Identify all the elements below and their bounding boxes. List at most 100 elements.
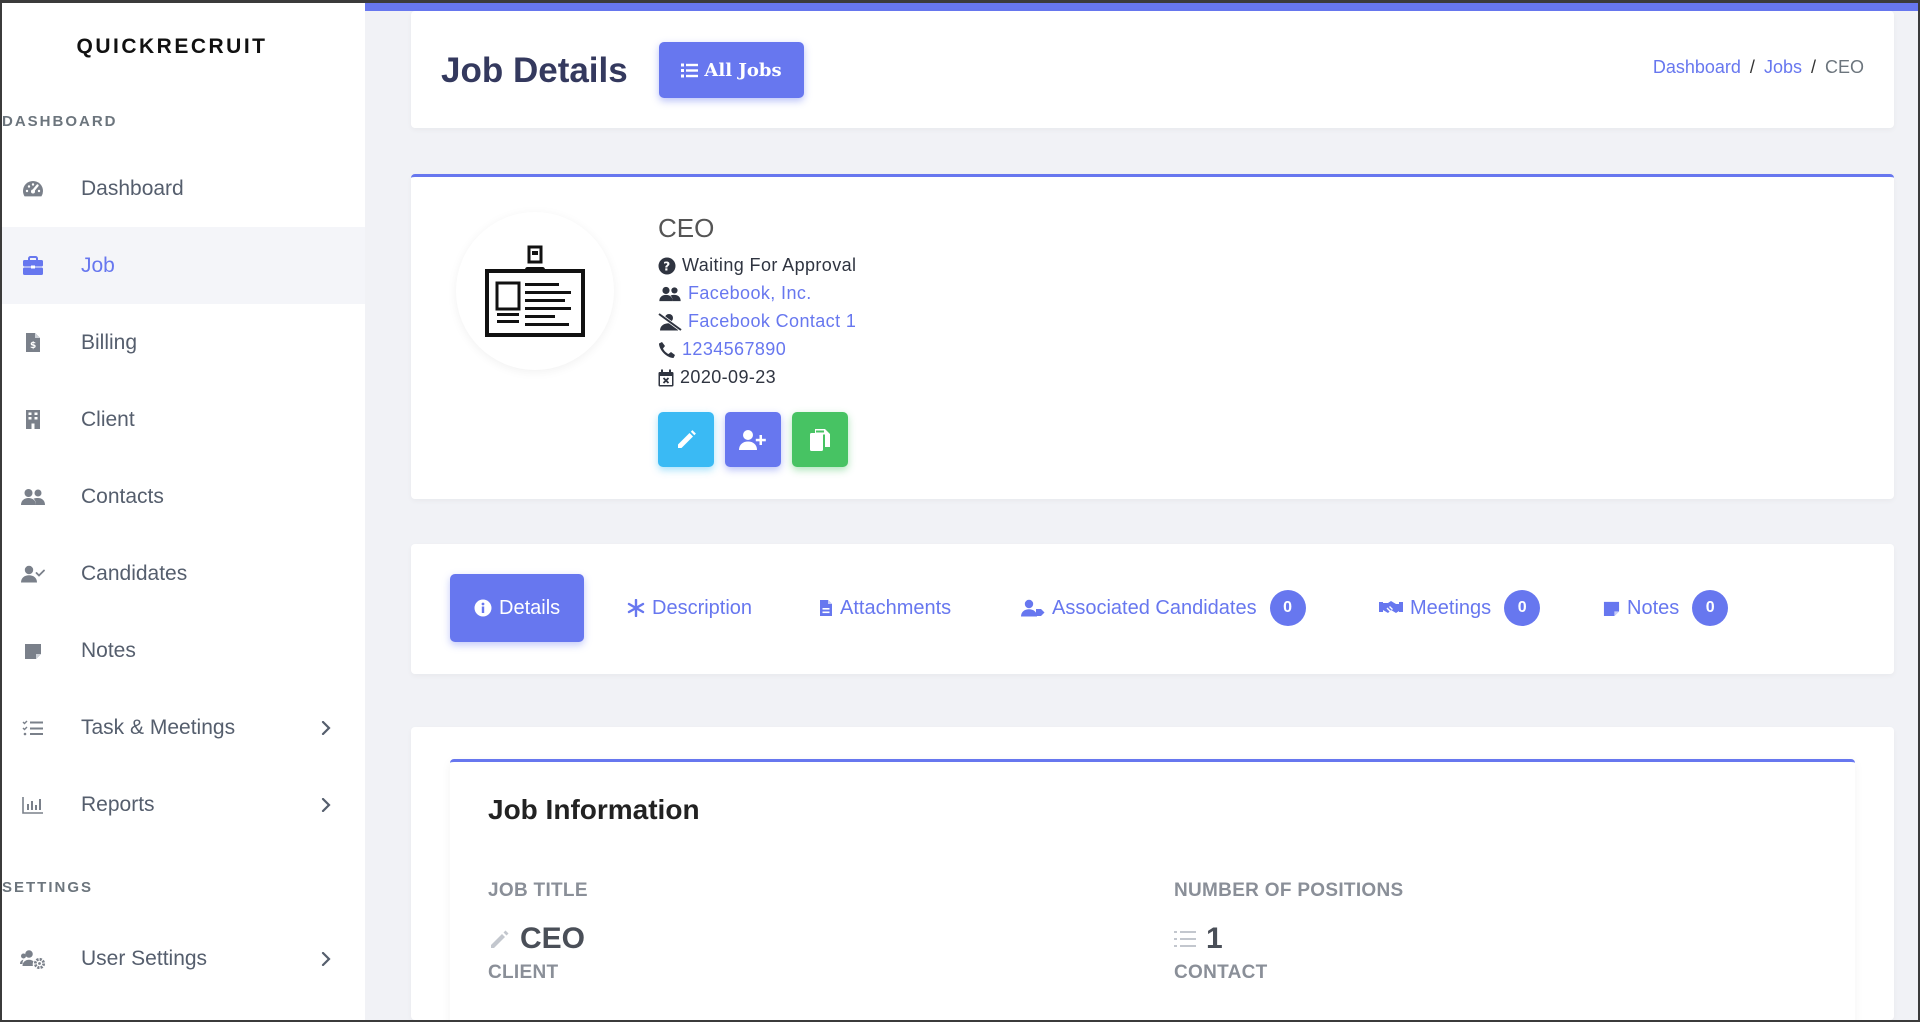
- sidebar-item-label: User Settings: [81, 946, 208, 970]
- sidebar-item-billing[interactable]: $ Billing: [2, 304, 365, 381]
- sidebar-item-label: Candidates: [81, 561, 188, 585]
- job-date: 2020-09-23: [658, 367, 776, 388]
- number-of-positions-value-text: 1: [1206, 922, 1223, 955]
- sidebar-item-job[interactable]: Job: [2, 227, 365, 304]
- invoice-icon: $: [19, 329, 47, 357]
- page-title: Job Details: [441, 51, 628, 90]
- breadcrumb-current: CEO: [1824, 57, 1864, 77]
- job-status: ? Waiting For Approval: [658, 255, 856, 276]
- tab-label: Description: [652, 596, 753, 619]
- job-phone-link[interactable]: 1234567890: [682, 339, 786, 360]
- tab-label: Notes: [1627, 596, 1680, 619]
- users-icon: [19, 483, 47, 511]
- section-label-dashboard: DASHBOARD: [2, 113, 118, 130]
- chevron-right-icon: [321, 720, 331, 735]
- user-tag-icon: [1021, 599, 1045, 617]
- tab-associated-candidates[interactable]: Associated Candidates 0: [1021, 574, 1306, 642]
- job-title-label: JOB TITLE: [488, 880, 588, 901]
- file-icon: [820, 600, 832, 616]
- tab-label: Attachments: [840, 596, 952, 619]
- briefcase-icon: [19, 252, 47, 280]
- job-date-text: 2020-09-23: [680, 367, 777, 387]
- tab-description[interactable]: Description: [627, 574, 752, 642]
- sidebar-item-notes[interactable]: Notes: [2, 612, 365, 689]
- user-plus-icon: [739, 429, 766, 450]
- breadcrumb-separator: /: [1749, 57, 1755, 77]
- breadcrumb-separator: /: [1810, 57, 1816, 77]
- sticky-note-icon: [19, 637, 47, 665]
- asterisk-icon: [627, 599, 645, 617]
- meetings-count-badge: 0: [1504, 590, 1541, 626]
- job-title-value: CEO: [488, 922, 585, 956]
- building-icon: [19, 406, 47, 434]
- job-summary-card: CEO ? Waiting For Approval Facebook, Inc…: [411, 174, 1894, 499]
- chart-icon: [19, 791, 47, 819]
- edit-button[interactable]: [658, 412, 714, 467]
- question-circle-icon: ?: [658, 257, 676, 274]
- job-title: CEO: [658, 213, 715, 243]
- sidebar-item-candidates[interactable]: Candidates: [2, 535, 365, 612]
- sidebar-item-user-settings[interactable]: User Settings: [2, 920, 365, 997]
- section-label-settings: SETTINGS: [2, 879, 94, 896]
- all-jobs-label: All Jobs: [704, 59, 782, 81]
- sidebar-item-label: Notes: [81, 638, 136, 662]
- top-accent-bar: [365, 3, 1918, 11]
- breadcrumb: Dashboard / Jobs / CEO: [1653, 57, 1864, 78]
- list-icon: [1174, 931, 1196, 947]
- id-badge-icon: [485, 245, 585, 337]
- sidebar-item-label: Client: [81, 407, 135, 431]
- tab-attachments[interactable]: Attachments: [819, 574, 951, 642]
- job-title-value-text: CEO: [520, 922, 586, 955]
- sidebar-item-label: Billing: [81, 330, 138, 354]
- svg-text:?: ?: [663, 259, 670, 273]
- job-logo: [456, 212, 614, 370]
- job-information-outer: Job Information JOB TITLE CEO NUMBER OF …: [411, 727, 1894, 1022]
- sidebar-item-label: Dashboard: [81, 176, 184, 200]
- tab-notes[interactable]: Notes 0: [1603, 574, 1729, 642]
- breadcrumb-jobs[interactable]: Jobs: [1764, 57, 1802, 77]
- pencil-icon: [678, 429, 696, 448]
- breadcrumb-dashboard[interactable]: Dashboard: [1653, 57, 1741, 77]
- svg-text:$: $: [30, 341, 36, 351]
- sidebar-item-label: Task & Meetings: [81, 715, 236, 739]
- add-candidate-button[interactable]: [725, 412, 781, 467]
- list-icon: [681, 63, 699, 77]
- job-company-link[interactable]: Facebook, Inc.: [688, 283, 812, 304]
- sidebar-item-reports[interactable]: Reports: [2, 766, 365, 843]
- tab-meetings[interactable]: Meetings 0: [1379, 574, 1541, 642]
- tab-label: Associated Candidates: [1052, 596, 1257, 619]
- all-jobs-button[interactable]: All Jobs: [659, 42, 804, 98]
- tab-details[interactable]: Details: [450, 574, 585, 642]
- contact-label: CONTACT: [1174, 962, 1268, 983]
- calendar-times-icon: [658, 369, 674, 386]
- users-cog-icon: [19, 945, 47, 973]
- sidebar-item-dashboard[interactable]: Dashboard: [2, 150, 365, 227]
- users-icon: [659, 286, 681, 301]
- tab-label: Meetings: [1410, 596, 1492, 619]
- tabs-card: Details Description Attachments Associat…: [411, 544, 1894, 674]
- user-slash-icon: [658, 312, 682, 331]
- chevron-right-icon: [321, 797, 331, 812]
- sidebar: QUICKRECRUIT DASHBOARD Dashboard Job $ B…: [2, 3, 365, 1020]
- brand-logo[interactable]: QUICKRECRUIT: [2, 35, 342, 59]
- job-contact-link[interactable]: Facebook Contact 1: [688, 311, 856, 332]
- tab-label: Details: [499, 596, 561, 619]
- sidebar-item-contacts[interactable]: Contacts: [2, 458, 365, 535]
- copy-icon: [810, 428, 830, 451]
- associated-candidates-count-badge: 0: [1269, 590, 1306, 626]
- number-of-positions-label: NUMBER OF POSITIONS: [1174, 880, 1404, 901]
- job-phone[interactable]: 1234567890: [658, 339, 786, 360]
- info-circle-icon: [474, 599, 492, 617]
- user-check-icon: [19, 560, 47, 588]
- page-header: Job Details All Jobs Dashboard / Jobs / CEO: [411, 11, 1894, 128]
- sidebar-item-label: Reports: [81, 792, 155, 816]
- sidebar-item-client[interactable]: Client: [2, 381, 365, 458]
- pen-icon: [491, 930, 509, 948]
- job-company[interactable]: Facebook, Inc.: [658, 283, 812, 304]
- copy-button[interactable]: [792, 412, 848, 467]
- tasks-icon: [19, 714, 47, 742]
- handshake-icon: [1379, 601, 1403, 613]
- job-contact[interactable]: Facebook Contact 1: [658, 311, 856, 332]
- sidebar-item-task-meetings[interactable]: Task & Meetings: [2, 689, 365, 766]
- gauge-icon: [19, 175, 47, 203]
